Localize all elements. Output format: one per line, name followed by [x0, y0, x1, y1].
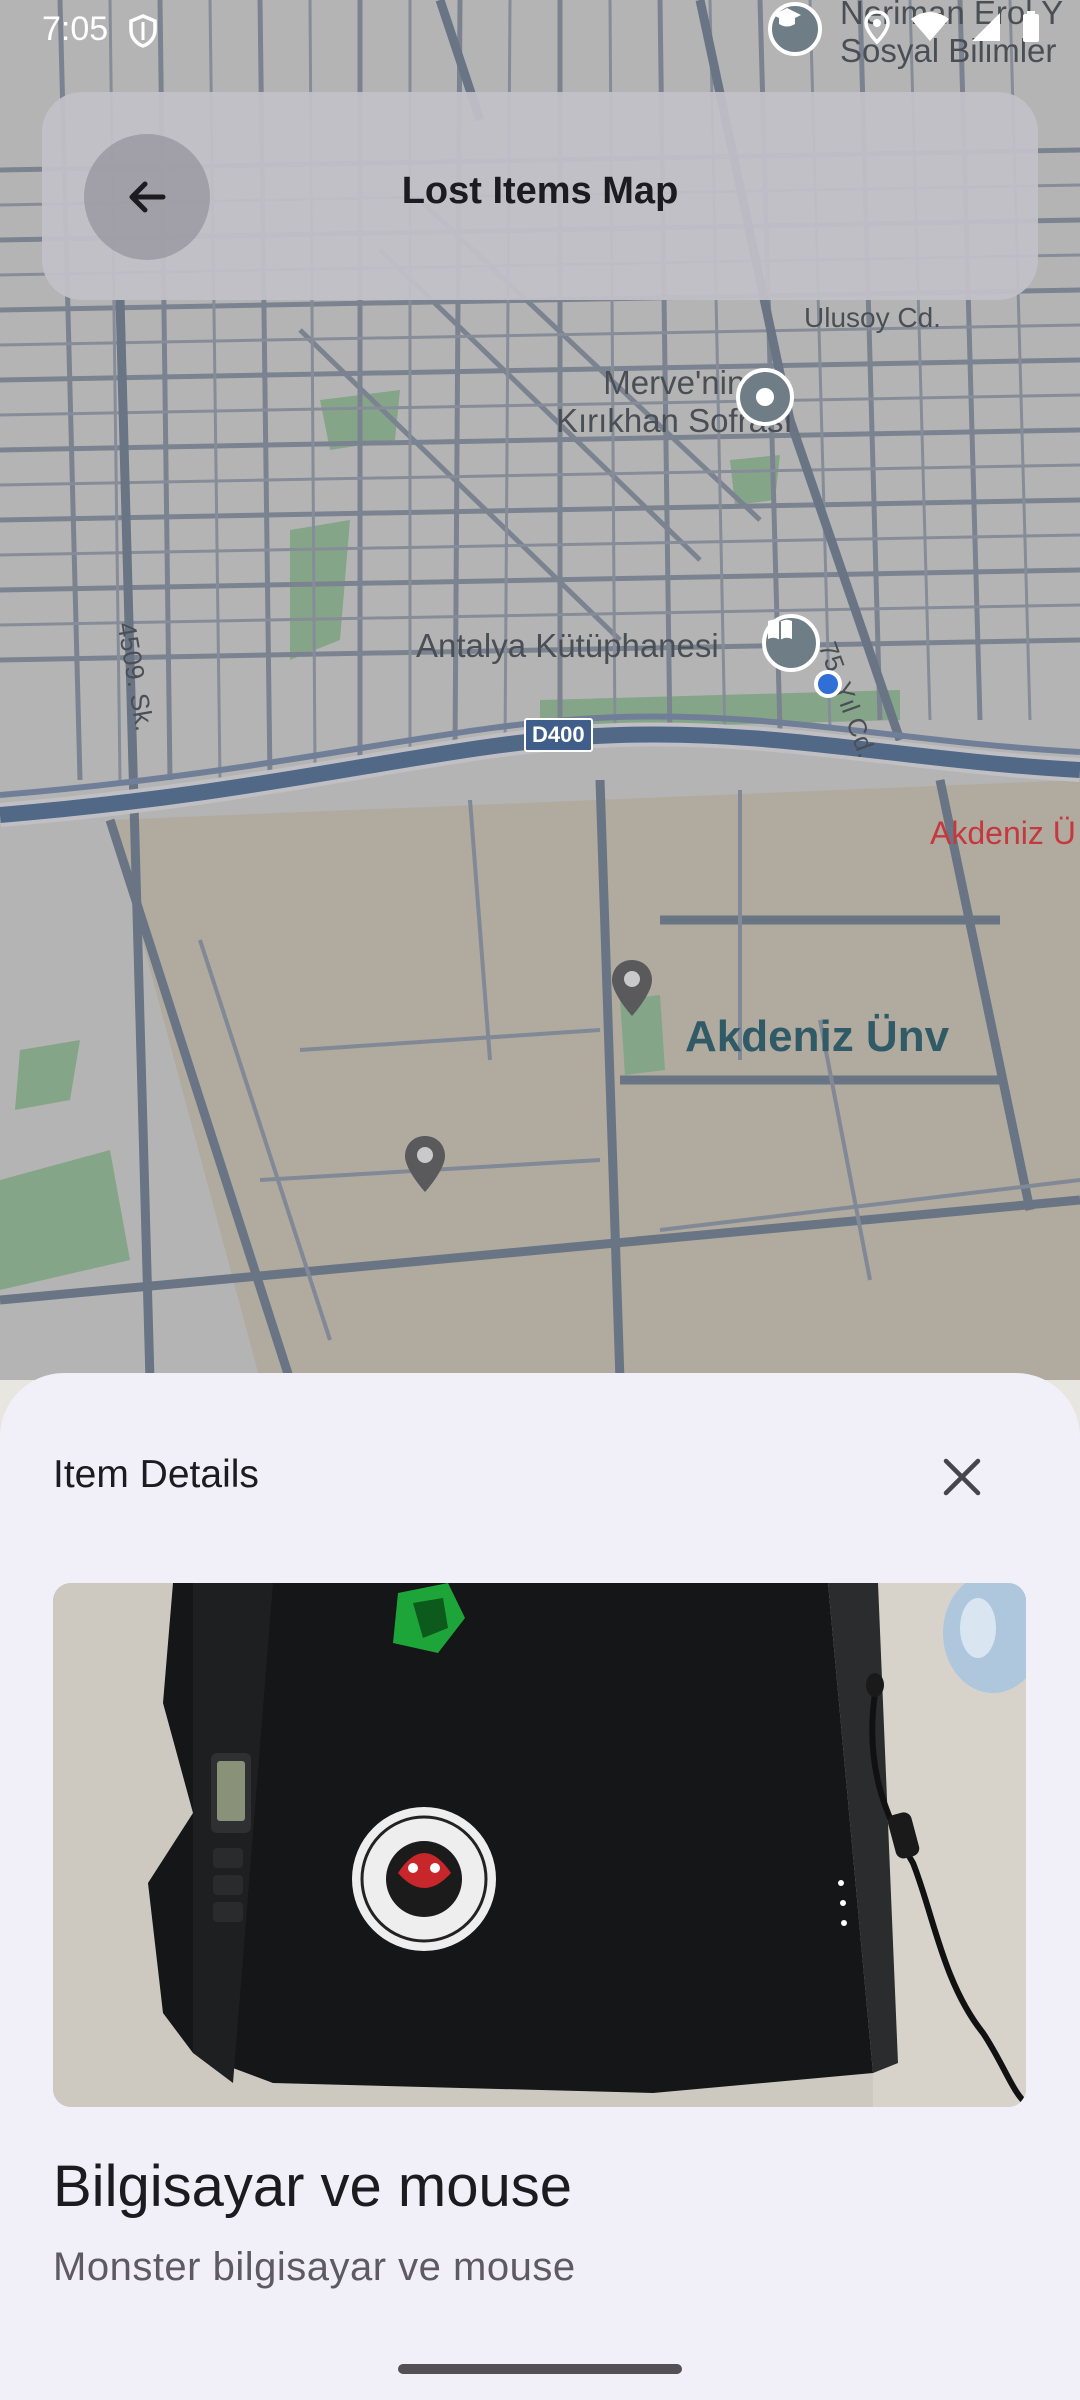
status-time: 7:05	[42, 10, 109, 48]
item-description: Monster bilgisayar ve mouse	[53, 2245, 576, 2289]
map-label-akdeniz-red: Akdeniz Ü	[930, 815, 1076, 851]
sheet-title: Item Details	[53, 1453, 259, 1496]
item-name: Bilgisayar ve mouse	[53, 2154, 572, 2219]
map-label-ulusoy: Ulusoy Cd.	[804, 302, 941, 333]
item-photo-image	[53, 1583, 1026, 2107]
location-icon	[864, 10, 890, 44]
wifi-icon	[911, 12, 949, 41]
library-poi-icon[interactable]	[762, 614, 820, 672]
map-label-library: Antalya Kütüphanesi	[416, 627, 719, 664]
home-indicator[interactable]	[398, 2364, 682, 2374]
battery-icon	[1023, 11, 1039, 42]
highway-shield: D400	[524, 718, 593, 752]
item-details-sheet: Item Details Bilgisayar ve mouse Monster…	[0, 1373, 1080, 2400]
lost-item-pin-icon[interactable]	[609, 958, 655, 1018]
lost-item-pin-icon[interactable]	[402, 1134, 448, 1194]
close-button[interactable]	[930, 1445, 994, 1509]
status-bar: 7:05	[0, 0, 1080, 60]
shield-icon	[129, 14, 157, 48]
map-label-akdeniz-university: Akdeniz Ünv	[685, 1012, 950, 1061]
signal-icon	[972, 13, 1000, 41]
item-photo	[53, 1583, 1026, 2107]
restaurant-poi-icon[interactable]	[736, 368, 794, 426]
user-location-icon	[814, 670, 842, 698]
top-app-bar: Lost Items Map	[42, 92, 1038, 300]
close-icon	[943, 1458, 981, 1496]
page-title: Lost Items Map	[401, 170, 679, 212]
